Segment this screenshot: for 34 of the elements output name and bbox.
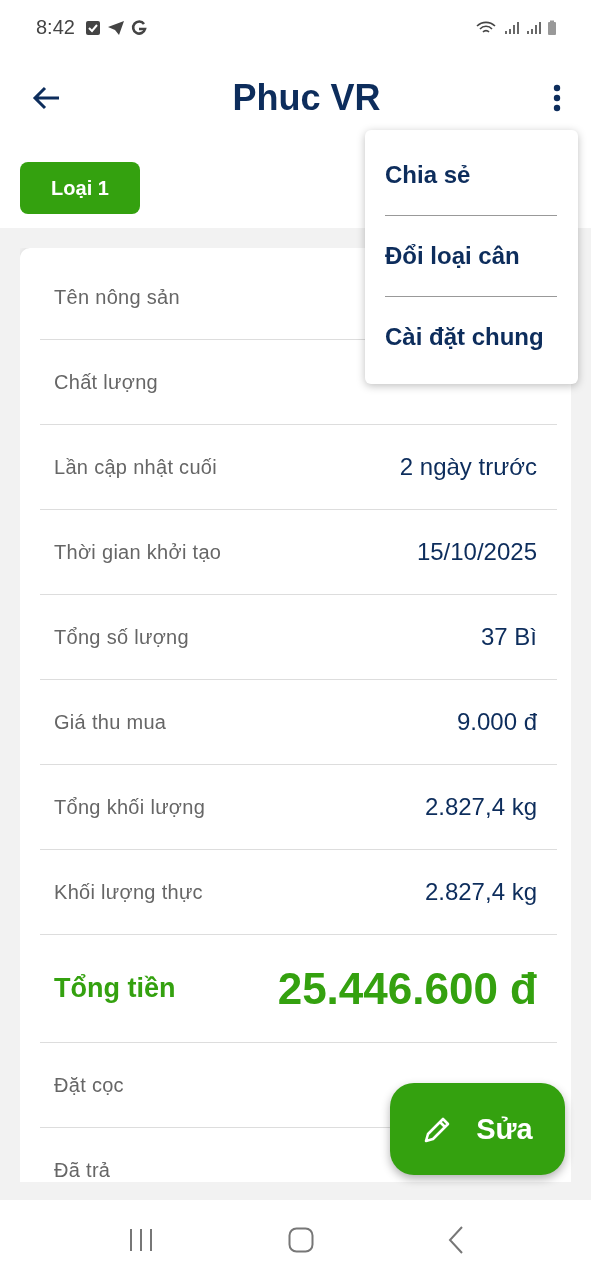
row-label: Tổng số lượng bbox=[54, 625, 189, 649]
row-label: Đã trả bbox=[54, 1158, 111, 1182]
row-label: Tổng khối lượng bbox=[54, 795, 206, 819]
more-options-icon[interactable] bbox=[553, 83, 561, 112]
signal-icon bbox=[525, 19, 541, 36]
row-label: Tên nông sản bbox=[54, 285, 180, 309]
back-arrow-icon[interactable] bbox=[32, 85, 60, 110]
row-label: Giá thu mua bbox=[54, 710, 167, 734]
row-value: 2 ngày trước bbox=[399, 453, 537, 481]
row-label: Lần cập nhật cuối bbox=[54, 455, 217, 479]
signal-icon bbox=[503, 19, 519, 36]
row-value: 2.827,4 kg bbox=[424, 878, 537, 906]
row-value: 37 Bì bbox=[480, 623, 537, 651]
row-label: Khối lượng thực bbox=[54, 880, 203, 904]
menu-item[interactable]: Đổi loại cân bbox=[385, 223, 557, 289]
menu-item[interactable]: Cài đặt chung bbox=[385, 304, 557, 370]
grade-tag: Loại 1 bbox=[20, 162, 140, 214]
row-value: 25.446.600 đ bbox=[277, 963, 537, 1014]
home-icon[interactable] bbox=[288, 1227, 315, 1253]
paper-plane-icon bbox=[106, 19, 125, 36]
row-value: 2.827,4 kg bbox=[424, 793, 537, 821]
back-icon[interactable] bbox=[448, 1226, 465, 1254]
row-label: Đặt cọc bbox=[54, 1073, 124, 1097]
row-value: 15/10/2025 bbox=[416, 538, 537, 566]
g-letter-icon bbox=[130, 19, 147, 36]
row-label: Tổng tiền bbox=[54, 973, 176, 1004]
row-label: Thời gian khởi tạo bbox=[54, 540, 222, 564]
menu-item[interactable]: Chia sẻ bbox=[385, 142, 557, 208]
checkbox-icon bbox=[84, 19, 101, 36]
page-title: Phuc VR bbox=[232, 76, 381, 119]
row-label: Chất lượng bbox=[54, 370, 158, 394]
status-time: 8:42 bbox=[36, 16, 75, 39]
battery-icon bbox=[547, 19, 557, 36]
row-value: 9.000 đ bbox=[456, 708, 537, 736]
